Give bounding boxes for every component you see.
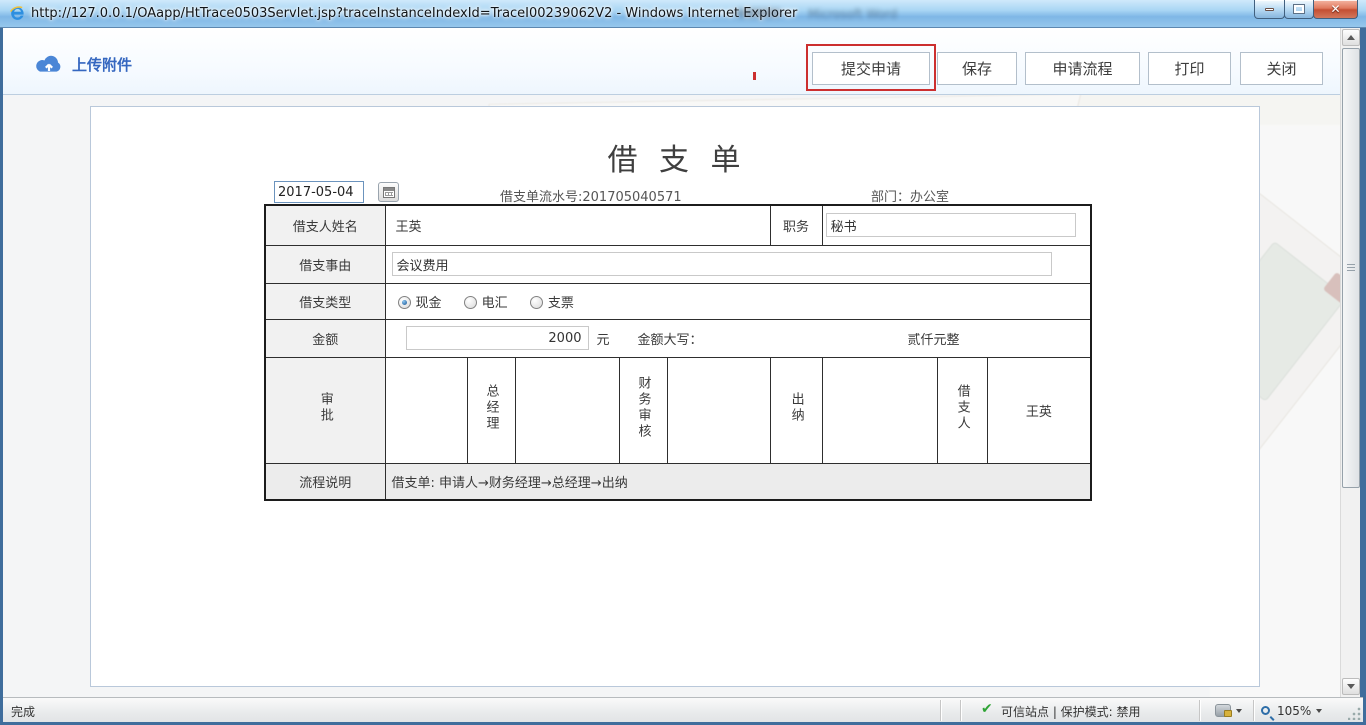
cloud-upload-icon: [33, 53, 65, 76]
approval-label: 审批: [265, 357, 385, 463]
save-button[interactable]: 保存: [937, 52, 1017, 85]
security-zone-button[interactable]: [1209, 701, 1247, 720]
radio-check[interactable]: [530, 296, 543, 309]
request-flow-button[interactable]: 申请流程: [1025, 52, 1140, 85]
print-button[interactable]: 打印: [1148, 52, 1231, 85]
status-bar: 完成 ✔ 可信站点 | 保护模式: 禁用 105%: [3, 697, 1363, 722]
chevron-down-icon: [1316, 709, 1322, 713]
reason-cell: [385, 245, 1091, 283]
magnifier-icon: [1261, 706, 1270, 715]
annotation-mark: [753, 72, 756, 80]
separator: [940, 700, 941, 721]
calendar-icon: [383, 187, 395, 198]
name-value: 王英: [385, 205, 770, 245]
radio-cash[interactable]: [398, 296, 411, 309]
finance-label: 财务审核: [619, 357, 667, 463]
internet-explorer-icon: [9, 5, 26, 22]
serial-number-text: 借支单流水号:201705040571: [500, 186, 682, 205]
table-row-process: 流程说明 借支单: 申请人→财务经理→总经理→出纳: [265, 463, 1091, 500]
zoom-level-button[interactable]: 105%: [1261, 701, 1339, 720]
separator: [1253, 700, 1254, 721]
table-row-approval: 审批 总经理 财务审核 出纳 借支人 王英: [265, 357, 1091, 463]
cashier-label: 出纳: [770, 357, 822, 463]
scroll-up-button[interactable]: [1342, 29, 1360, 46]
radio-cash-label: 现金: [416, 296, 442, 311]
zone-lock-icon: [1215, 704, 1231, 717]
close-icon: ✕: [1330, 3, 1340, 15]
zoom-level-text: 105%: [1277, 704, 1311, 718]
vertical-scrollbar[interactable]: [1340, 28, 1360, 697]
amount-caps-value: 贰仟元整: [908, 329, 960, 348]
finance-sign-cell: [667, 357, 770, 463]
arrow-down-icon: [1347, 684, 1355, 689]
window-titlebar: http://127.0.0.1/OAapp/HtTrace0503Servle…: [0, 0, 1366, 28]
type-label: 借支类型: [265, 283, 385, 319]
reason-input[interactable]: [392, 252, 1052, 276]
type-options-cell: 现金 电汇 支票: [385, 283, 1091, 319]
close-button[interactable]: ✕: [1313, 0, 1358, 19]
window-title: http://127.0.0.1/OAapp/HtTrace0503Servle…: [31, 6, 797, 21]
job-input[interactable]: [826, 213, 1076, 237]
chevron-down-icon: [1236, 709, 1242, 713]
amount-cell: 元 金额大写： 贰仟元整: [385, 319, 1091, 357]
background-window-ghost: [735, 9, 781, 17]
close-page-button[interactable]: 关闭: [1240, 52, 1323, 85]
separator: [960, 700, 961, 721]
background-window-ghost-text: Microsoft Word: [808, 7, 897, 21]
maximize-button[interactable]: [1284, 0, 1314, 19]
scrollbar-thumb[interactable]: [1342, 48, 1360, 488]
cashier-sign-cell: [822, 357, 937, 463]
arrow-up-icon: [1347, 35, 1355, 40]
upload-attachment-link[interactable]: 上传附件: [33, 52, 132, 76]
approval-sign-cell: [385, 357, 467, 463]
calendar-picker-button[interactable]: [378, 182, 399, 202]
maximize-icon: [1294, 5, 1304, 13]
borrower-label: 借支人: [937, 357, 987, 463]
gm-sign-cell: [515, 357, 619, 463]
amount-input[interactable]: [406, 326, 589, 350]
table-row-reason: 借支事由: [265, 245, 1091, 283]
gm-label: 总经理: [467, 357, 515, 463]
amount-caps-label: 金额大写：: [638, 329, 703, 348]
borrower-value: 王英: [987, 357, 1091, 463]
trusted-check-icon: ✔: [981, 701, 993, 717]
radio-wire-transfer-label: 电汇: [482, 296, 508, 311]
minimize-icon: [1265, 8, 1274, 11]
amount-unit: 元: [597, 329, 610, 348]
process-value: 借支单: 申请人→财务经理→总经理→出纳: [385, 463, 1091, 500]
table-row-name: 借支人姓名 王英 职务: [265, 205, 1091, 245]
submit-request-button[interactable]: 提交申请: [812, 52, 930, 85]
security-zone-text: 可信站点 | 保护模式: 禁用: [1001, 703, 1141, 720]
form-panel: 借 支 单 借支单流水号:201705040571 部门：办公室 借支人姓名 王…: [90, 106, 1260, 687]
radio-check-label: 支票: [548, 296, 574, 311]
job-cell: [822, 205, 1091, 245]
table-row-amount: 金额 元 金额大写： 贰仟元整: [265, 319, 1091, 357]
upload-attachment-label: 上传附件: [72, 54, 132, 75]
window-controls: ✕: [1255, 0, 1358, 19]
name-label: 借支人姓名: [265, 205, 385, 245]
form-title: 借 支 单: [264, 135, 1090, 179]
page-toolbar: 上传附件 提交申请 保存 申请流程 打印 关闭: [3, 28, 1340, 95]
amount-label: 金额: [265, 319, 385, 357]
job-label: 职务: [770, 205, 822, 245]
radio-wire-transfer[interactable]: [464, 296, 477, 309]
date-input[interactable]: [274, 181, 364, 203]
status-text: 完成: [11, 703, 35, 720]
borrow-slip-table: 借支人姓名 王英 职务 借支事由 借支类型 现金 电汇 支票: [264, 204, 1092, 501]
separator: [1199, 700, 1200, 721]
process-label: 流程说明: [265, 463, 385, 500]
page-content: 借 支 单 借支单流水号:201705040571 部门：办公室 借支人姓名 王…: [3, 95, 1340, 697]
minimize-button[interactable]: [1254, 0, 1285, 19]
department-text: 部门：办公室: [871, 186, 949, 205]
reason-label: 借支事由: [265, 245, 385, 283]
resize-grip[interactable]: [1348, 707, 1361, 720]
scroll-down-button[interactable]: [1342, 678, 1360, 695]
table-row-type: 借支类型 现金 电汇 支票: [265, 283, 1091, 319]
